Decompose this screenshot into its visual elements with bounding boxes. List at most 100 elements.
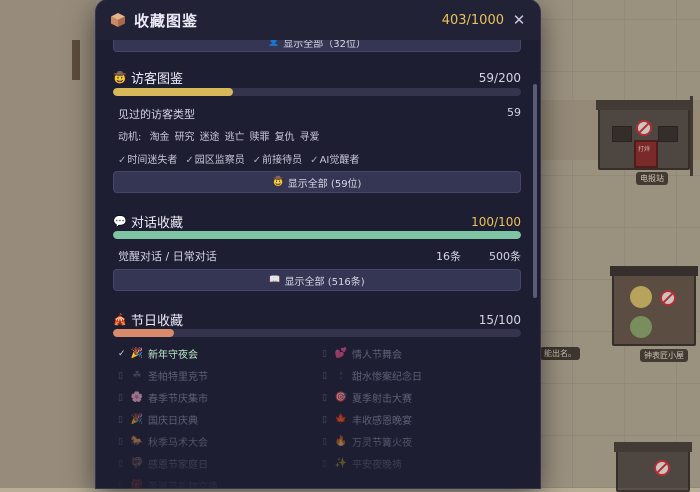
festival-item[interactable]: ▯ 🔥 万灵节篝火夜 bbox=[322, 434, 412, 449]
scrollbar-thumb[interactable] bbox=[533, 84, 537, 298]
visitors-count: 59/200 bbox=[478, 70, 521, 85]
motive-tag: 赎罪 bbox=[249, 132, 270, 143]
dialogs-section-header: 💬 对话收藏 100/100 bbox=[113, 212, 521, 232]
dialogs-type-row: 觉醒对话 / 日常对话 16条 500条 bbox=[118, 248, 521, 264]
circus-tent-icon: 🎪 bbox=[113, 313, 127, 326]
festival-icon: 🕯 bbox=[339, 370, 343, 381]
lock-placeholder-icon: ▯ bbox=[118, 480, 123, 489]
dialogs-awaken-value: 16条 bbox=[436, 250, 461, 263]
festival-icon: 🎁 bbox=[130, 480, 144, 488]
festival-name: 新年守夜会 bbox=[148, 350, 198, 361]
visitors-section-header: 🤠 访客图鉴 59/200 bbox=[113, 68, 521, 88]
panel-title: 收藏图鉴 bbox=[134, 11, 199, 30]
lock-placeholder-icon: ▯ bbox=[322, 458, 327, 469]
cowboy-icon: 🤠 bbox=[113, 71, 127, 84]
festival-icon: 🎯 bbox=[334, 392, 348, 403]
special-visitor-item: ✓园区监察员 bbox=[185, 151, 244, 166]
festival-icon: 🔥 bbox=[334, 436, 348, 447]
lock-placeholder-icon: ▯ bbox=[118, 458, 123, 469]
visitors-progress-fill bbox=[113, 88, 234, 96]
collection-scroll-area[interactable]: 👤 显示全部（32位） 🤠 访客图鉴 59/200 见过的访客类型 59 动机:… bbox=[96, 30, 540, 488]
festival-item[interactable]: ▯ 🎉 国庆日庆典 bbox=[118, 412, 198, 427]
dialogs-count: 100/100 bbox=[471, 214, 521, 229]
festivals-count: 15/100 bbox=[478, 312, 521, 327]
check-icon: ✓ bbox=[185, 155, 194, 166]
festival-name: 丰收感恩晚宴 bbox=[352, 416, 412, 427]
festival-item[interactable]: ▯ 🎁 圣诞节礼物交换 bbox=[118, 478, 218, 488]
special-visitor-label: 前接待员 bbox=[262, 155, 303, 166]
special-visitor-item: ✓AI觉醒者 bbox=[310, 151, 359, 166]
close-icon[interactable]: ✕ bbox=[504, 11, 534, 29]
collection-panel: 👤 显示全部（32位） 🤠 访客图鉴 59/200 见过的访客类型 59 动机:… bbox=[96, 0, 540, 488]
motive-tag: 寻爱 bbox=[299, 132, 320, 143]
festival-icon: 🎉 bbox=[130, 348, 144, 359]
motive-tag: 复仇 bbox=[274, 132, 295, 143]
festival-icon: 🐎 bbox=[130, 436, 144, 447]
festival-name: 情人节舞会 bbox=[352, 350, 402, 361]
lock-placeholder-icon: ▯ bbox=[322, 392, 327, 403]
festival-item[interactable]: ▯ 🍁 丰收感恩晚宴 bbox=[322, 412, 412, 427]
dialogs-progress-fill bbox=[113, 231, 521, 239]
lock-placeholder-icon: ▯ bbox=[118, 436, 123, 447]
motive-tag: 迷途 bbox=[199, 132, 220, 143]
visitors-seen-value: 59 bbox=[507, 106, 521, 119]
festival-item[interactable]: ▯ 🌸 春季节庆集市 bbox=[118, 390, 208, 405]
lock-placeholder-icon: ▯ bbox=[118, 414, 123, 425]
motives-label: 动机: bbox=[118, 132, 142, 143]
festival-name: 圣帕特里克节 bbox=[148, 372, 208, 383]
festival-name: 感恩节家庭日 bbox=[148, 460, 208, 471]
check-icon: ✓ bbox=[118, 155, 127, 166]
festivals-progress-bar bbox=[113, 329, 521, 337]
box-icon bbox=[110, 12, 126, 28]
visitor-specials-row: ✓时间迷失者 ✓园区监察员 ✓前接待员 ✓AI觉醒者 bbox=[118, 151, 521, 166]
festival-icon: 🌸 bbox=[130, 392, 144, 403]
festival-item[interactable]: ▯ 🦃 感恩节家庭日 bbox=[118, 456, 208, 471]
festival-item[interactable]: ▯ 🐎 秋季马术大会 bbox=[118, 434, 208, 449]
festival-item[interactable]: ✓ 🎉 新年守夜会 bbox=[118, 346, 198, 361]
cowboy-icon: 🤠 bbox=[272, 177, 284, 187]
festival-icon: ✨ bbox=[334, 458, 348, 469]
lock-placeholder-icon: ▯ bbox=[322, 370, 327, 381]
festival-name: 春季节庆集市 bbox=[148, 394, 208, 405]
visitors-title: 访客图鉴 bbox=[131, 72, 184, 87]
festival-icon: 🍁 bbox=[334, 414, 348, 425]
motive-tag: 淘金 bbox=[149, 132, 170, 143]
festival-name: 甜水惨案纪念日 bbox=[352, 372, 422, 383]
lock-placeholder-icon: ▯ bbox=[322, 414, 327, 425]
show-all-visitors-button[interactable]: 🤠 显示全部 (59位) bbox=[113, 171, 521, 193]
show-all-visitors-label: 显示全部 (59位) bbox=[287, 178, 362, 190]
festival-icon: 🦃 bbox=[130, 458, 144, 469]
festivals-section-header: 🎪 节日收藏 15/100 bbox=[113, 310, 521, 330]
festival-name: 万灵节篝火夜 bbox=[352, 438, 412, 449]
speech-bubble-icon: 💬 bbox=[113, 215, 127, 228]
festival-name: 平安夜晚祷 bbox=[352, 460, 402, 471]
festival-item[interactable]: ▯ ☘ 圣帕特里克节 bbox=[118, 368, 208, 383]
festivals-title: 节日收藏 bbox=[131, 314, 184, 329]
dialogs-title: 对话收藏 bbox=[131, 216, 184, 231]
check-icon: ✓ bbox=[310, 155, 319, 166]
festival-item[interactable]: ▯ 💕 情人节舞会 bbox=[322, 346, 402, 361]
show-all-dialogs-button[interactable]: 📖 显示全部 (516条) bbox=[113, 269, 521, 291]
special-visitor-label: 园区监察员 bbox=[194, 155, 245, 166]
special-visitor-label: 时间迷失者 bbox=[127, 155, 178, 166]
festival-icon: 🎉 bbox=[130, 414, 144, 425]
special-visitor-item: ✓前接待员 bbox=[253, 151, 302, 166]
book-icon: 📖 bbox=[269, 275, 281, 285]
festival-item[interactable]: ▯ 🕯 甜水惨案纪念日 bbox=[322, 368, 422, 383]
special-visitor-label: AI觉醒者 bbox=[319, 155, 360, 166]
panel-header: 收藏图鉴 403/1000 ✕ bbox=[96, 0, 540, 40]
dialogs-progress-bar bbox=[113, 231, 521, 239]
lock-placeholder-icon: ▯ bbox=[322, 436, 327, 447]
festivals-progress-fill bbox=[113, 329, 175, 337]
festival-name: 秋季马术大会 bbox=[148, 438, 208, 449]
check-icon: ✓ bbox=[118, 348, 126, 359]
festival-name: 国庆日庆典 bbox=[148, 416, 198, 427]
lock-placeholder-icon: ▯ bbox=[118, 370, 123, 381]
festival-name: 夏季射击大赛 bbox=[352, 394, 412, 405]
motive-tag: 研究 bbox=[174, 132, 195, 143]
festival-item[interactable]: ▯ 🎯 夏季射击大赛 bbox=[322, 390, 412, 405]
festival-item[interactable]: ▯ ✨ 平安夜晚祷 bbox=[322, 456, 402, 471]
visitors-progress-bar bbox=[113, 88, 521, 96]
check-icon: ✓ bbox=[252, 155, 262, 166]
dialogs-daily-value: 500条 bbox=[489, 250, 521, 263]
